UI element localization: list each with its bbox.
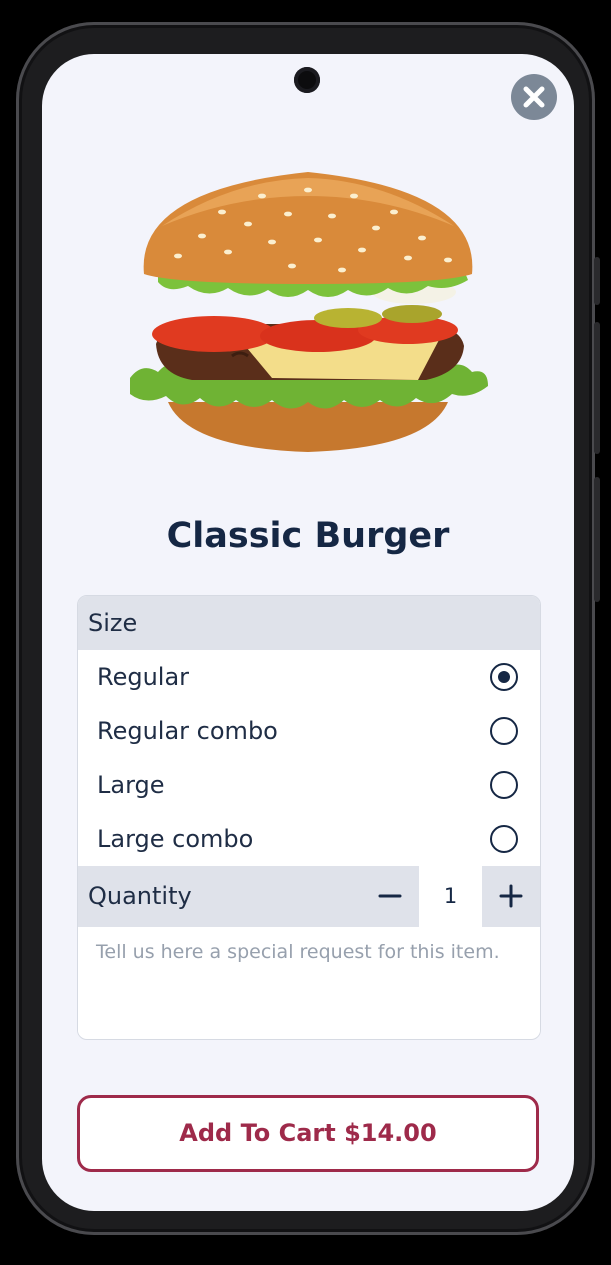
quantity-row: Quantity 1	[78, 866, 540, 927]
size-option-regular[interactable]: Regular	[78, 650, 540, 704]
radio-icon[interactable]	[490, 717, 518, 745]
size-option-large-combo[interactable]: Large combo	[78, 812, 540, 866]
close-icon	[523, 86, 545, 108]
power-button	[594, 477, 600, 602]
quantity-decrease-button[interactable]	[361, 866, 419, 927]
close-button[interactable]	[511, 74, 557, 120]
plus-icon	[499, 884, 523, 908]
size-option-large[interactable]: Large	[78, 758, 540, 812]
radio-icon[interactable]	[490, 771, 518, 799]
add-to-cart-button[interactable]: Add To Cart $14.00	[77, 1095, 539, 1172]
radio-dot	[498, 671, 510, 683]
size-option-label: Large combo	[97, 825, 254, 853]
camera-cutout	[294, 67, 320, 93]
size-option-label: Regular combo	[97, 717, 278, 745]
minus-icon	[378, 894, 402, 898]
radio-icon[interactable]	[490, 825, 518, 853]
size-option-regular-combo[interactable]: Regular combo	[78, 704, 540, 758]
quantity-increase-button[interactable]	[482, 866, 540, 927]
special-request-input[interactable]	[78, 927, 540, 1037]
product-title: Classic Burger	[166, 516, 450, 556]
product-modal: Classic Burger Size Regular Regular comb…	[42, 54, 574, 1211]
burger-image	[130, 172, 488, 452]
size-option-label: Regular	[97, 663, 190, 691]
quantity-value[interactable]: 1	[419, 866, 482, 927]
size-section-header: Size	[78, 596, 540, 650]
quantity-label: Quantity	[88, 882, 192, 910]
radio-selected-icon[interactable]	[490, 663, 518, 691]
size-option-label: Large	[97, 771, 165, 799]
volume-up-button	[594, 257, 600, 305]
volume-down-button	[594, 322, 600, 454]
options-card: Size Regular Regular combo Large Large c…	[77, 595, 541, 1040]
